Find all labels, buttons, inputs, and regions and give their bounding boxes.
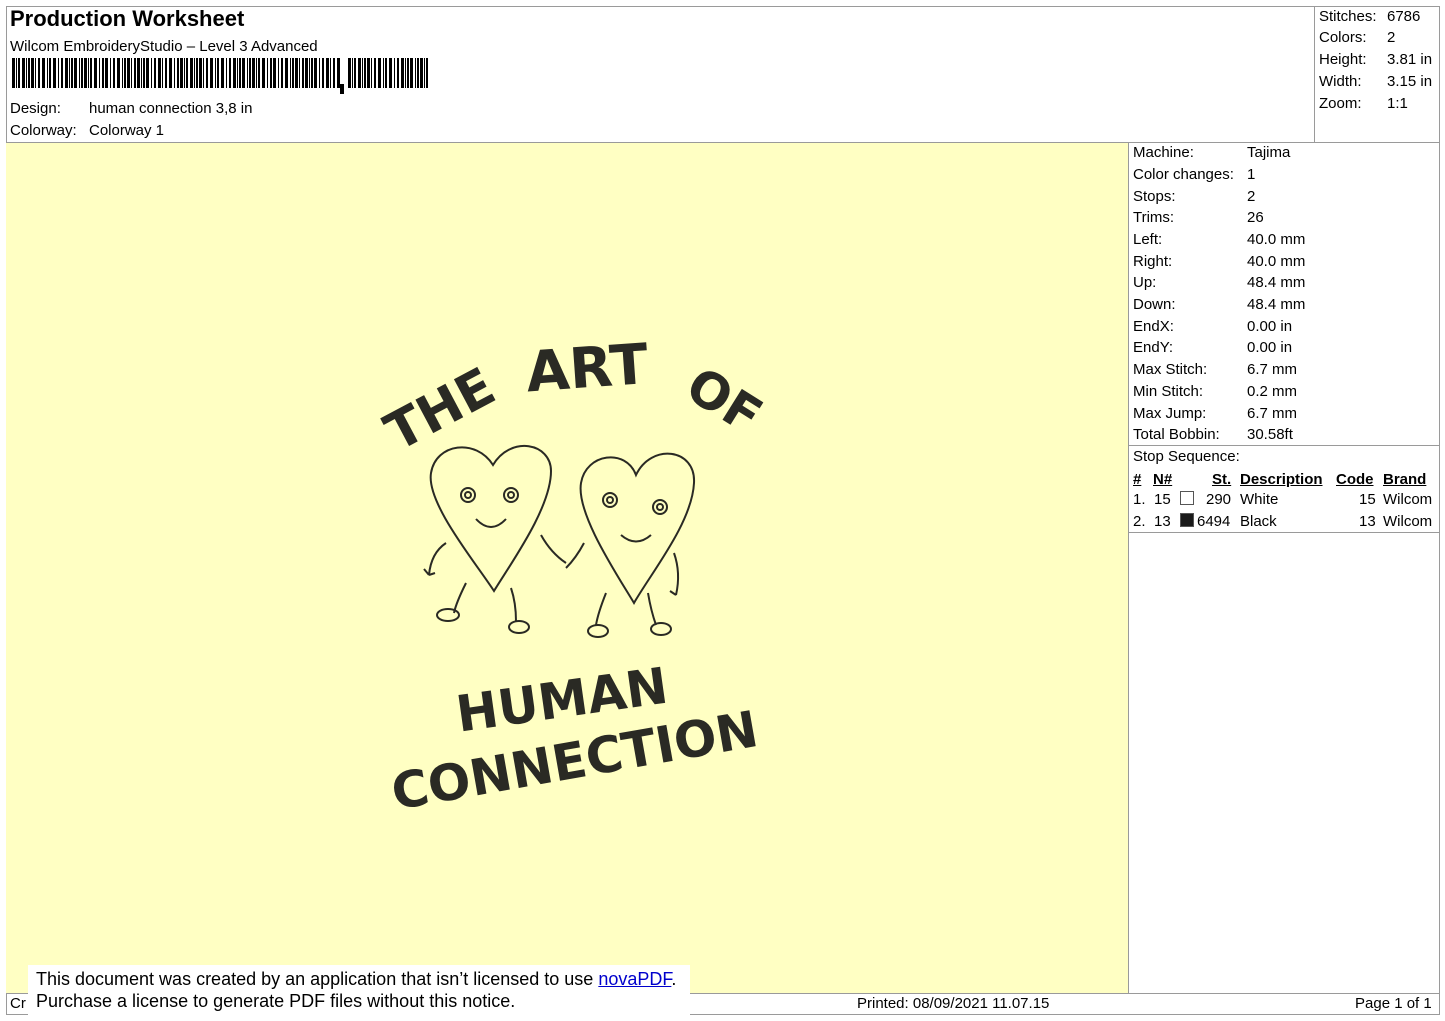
- stops-value: 2: [1247, 188, 1256, 205]
- col-code: Code: [1336, 471, 1374, 488]
- width-label: Width:: [1319, 73, 1362, 90]
- col-num: #: [1133, 471, 1142, 488]
- max-jump-label: Max Jump:: [1133, 405, 1207, 422]
- stop-sequence-title: Stop Sequence:: [1133, 448, 1240, 465]
- footer-fragment: Cr: [10, 995, 26, 1012]
- right-label: Right:: [1133, 253, 1173, 270]
- row-code: 15: [1359, 491, 1376, 508]
- row-brand: Wilcom: [1383, 491, 1433, 508]
- total-bobbin-value: 30.58ft: [1247, 426, 1293, 443]
- page-number: Page 1 of 1: [1355, 995, 1432, 1012]
- right-value: 40.0 mm: [1247, 253, 1306, 270]
- up-value: 48.4 mm: [1247, 274, 1306, 291]
- design-canvas: THE ART OF HUMAN CONNECTION: [6, 143, 1128, 993]
- barcode: [12, 58, 428, 94]
- min-stitch-value: 0.2 mm: [1247, 383, 1298, 400]
- max-stitch-label: Max Stitch:: [1133, 361, 1208, 378]
- stops-label: Stops:: [1133, 188, 1176, 205]
- row-desc: White: [1240, 491, 1279, 508]
- max-jump-value: 6.7 mm: [1247, 405, 1298, 422]
- colorway-label: Colorway:: [10, 122, 77, 139]
- colors-label: Colors:: [1319, 29, 1367, 46]
- machine-value: Tajima: [1247, 144, 1291, 161]
- max-stitch-value: 6.7 mm: [1247, 361, 1298, 378]
- colors-value: 2: [1387, 29, 1396, 46]
- row-code: 13: [1359, 513, 1376, 530]
- notice-line-1: This document was created by an applicat…: [36, 968, 690, 990]
- row-st: 6494: [1197, 513, 1231, 530]
- height-value: 3.81 in: [1387, 51, 1433, 68]
- page-title: Production Worksheet: [10, 6, 245, 31]
- row-brand: Wilcom: [1383, 513, 1433, 530]
- col-n: N#: [1153, 471, 1173, 488]
- printed-date: Printed: 08/09/2021 11.07.15: [857, 995, 1050, 1012]
- endx-label: EndX:: [1133, 318, 1174, 335]
- row-num: 2.: [1133, 513, 1146, 530]
- design-value: human connection 3,8 in: [89, 100, 253, 117]
- frame-right: [1439, 6, 1440, 1015]
- width-value: 3.15 in: [1387, 73, 1433, 90]
- stop-divider-top: [1128, 445, 1440, 446]
- notice-period: .: [671, 969, 677, 989]
- summary-divider: [1314, 6, 1315, 142]
- zoom-value: 1:1: [1387, 95, 1408, 112]
- color-changes-value: 1: [1247, 166, 1256, 183]
- license-notice: This document was created by an applicat…: [28, 965, 690, 1021]
- col-st: St.: [1212, 471, 1232, 488]
- trims-value: 26: [1247, 209, 1264, 226]
- up-label: Up:: [1133, 274, 1157, 291]
- down-label: Down:: [1133, 296, 1176, 313]
- color-swatch-black: [1180, 513, 1194, 527]
- zoom-label: Zoom:: [1319, 95, 1362, 112]
- color-changes-label: Color changes:: [1133, 166, 1234, 183]
- row-n: 15: [1154, 491, 1171, 508]
- hearts-illustration: [423, 444, 696, 638]
- stitches-value: 6786: [1387, 8, 1421, 25]
- min-stitch-label: Min Stitch:: [1133, 383, 1204, 400]
- novapdf-link[interactable]: novaPDF: [598, 969, 671, 989]
- design-word-art: ART: [524, 332, 650, 405]
- software-name: Wilcom EmbroideryStudio – Level 3 Advanc…: [10, 38, 318, 55]
- height-label: Height:: [1319, 51, 1367, 68]
- left-value: 40.0 mm: [1247, 231, 1306, 248]
- design-word-of: OF: [676, 356, 772, 446]
- colorway-value: Colorway 1: [89, 122, 165, 139]
- notice-text: This document was created by an applicat…: [36, 969, 599, 989]
- row-n: 13: [1154, 513, 1171, 530]
- stitches-label: Stitches:: [1319, 8, 1377, 25]
- endy-label: EndY:: [1133, 339, 1174, 356]
- sidebar-divider: [1128, 142, 1129, 993]
- design-label: Design:: [10, 100, 61, 117]
- col-description: Description: [1240, 471, 1323, 488]
- down-value: 48.4 mm: [1247, 296, 1306, 313]
- col-brand: Brand: [1383, 471, 1427, 488]
- notice-line-2: Purchase a license to generate PDF files…: [36, 991, 516, 1011]
- color-swatch-white: [1180, 491, 1194, 505]
- row-st: 290: [1206, 491, 1232, 508]
- design-word-the: THE: [376, 357, 505, 464]
- stop-divider-bottom: [1128, 532, 1440, 533]
- left-label: Left:: [1133, 231, 1163, 248]
- embroidery-design: THE ART OF HUMAN CONNECTION: [376, 332, 772, 822]
- machine-label: Machine:: [1133, 144, 1194, 161]
- endy-value: 0.00 in: [1247, 339, 1293, 356]
- endx-value: 0.00 in: [1247, 318, 1293, 335]
- row-desc: Black: [1240, 513, 1277, 530]
- total-bobbin-label: Total Bobbin:: [1133, 426, 1220, 443]
- row-num: 1.: [1133, 491, 1146, 508]
- trims-label: Trims:: [1133, 209, 1175, 226]
